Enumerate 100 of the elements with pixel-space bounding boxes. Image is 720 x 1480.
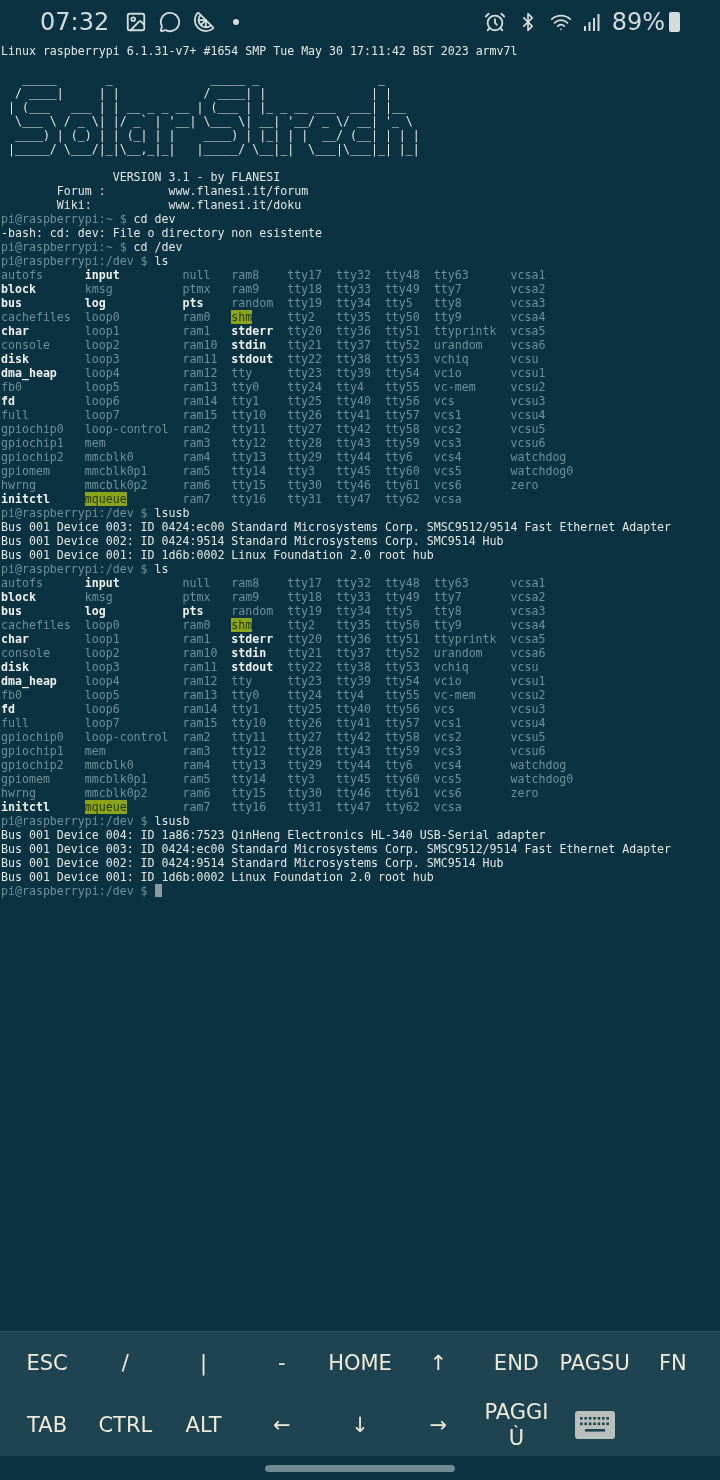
file-name: ram4 bbox=[182, 450, 211, 464]
file-name: dma_heap bbox=[1, 674, 57, 688]
command-line: pi@raspberrypi:/dev $ ls bbox=[1, 562, 169, 576]
file-name: zero bbox=[510, 786, 539, 800]
file-name: tty20 bbox=[287, 324, 323, 338]
keyboard-key[interactable]: → bbox=[429, 1412, 447, 1438]
file-name: ram9 bbox=[231, 590, 260, 604]
keyboard-key[interactable]: / bbox=[121, 1350, 129, 1376]
clock-time: 07:32 bbox=[40, 8, 110, 36]
file-name: vcsa bbox=[433, 492, 462, 506]
file-name: loop2 bbox=[84, 338, 120, 352]
file-name: mmcblk0p2 bbox=[84, 786, 148, 800]
file-name: vcsu6 bbox=[510, 436, 546, 450]
keyboard-key[interactable]: | bbox=[200, 1350, 208, 1376]
file-name: vcs1 bbox=[433, 408, 462, 422]
file-name: tty39 bbox=[336, 674, 371, 688]
file-name: null bbox=[182, 268, 211, 282]
file-name: urandom bbox=[433, 338, 483, 352]
file-name: tty52 bbox=[384, 338, 420, 352]
file-name: pts bbox=[182, 604, 204, 618]
file-name: random bbox=[231, 296, 274, 310]
file-name: tty60 bbox=[384, 772, 420, 786]
file-name: ram15 bbox=[182, 716, 218, 730]
file-name: tty45 bbox=[336, 772, 371, 786]
file-name: tty3 bbox=[287, 772, 316, 786]
keyboard-key[interactable]: - bbox=[277, 1350, 286, 1376]
file-name: loop7 bbox=[84, 408, 120, 422]
keyboard-key[interactable]: TAB bbox=[27, 1412, 68, 1438]
file-name: tty26 bbox=[287, 716, 323, 730]
file-name: ram1 bbox=[182, 632, 211, 646]
file-name: gpiochip2 bbox=[1, 450, 64, 464]
file-name: tty54 bbox=[384, 674, 420, 688]
file-name: ttyprintk bbox=[433, 632, 497, 646]
file-name: initctl bbox=[1, 800, 50, 814]
keyboard-key[interactable]: ↑ bbox=[429, 1350, 447, 1376]
keyboard-icon[interactable] bbox=[574, 1411, 615, 1439]
file-name: loop5 bbox=[84, 380, 120, 394]
file-name: tty16 bbox=[231, 800, 267, 814]
file-name: loop1 bbox=[84, 632, 120, 646]
file-name: input bbox=[84, 576, 120, 590]
file-name: watchdog0 bbox=[510, 464, 574, 478]
file-name: hwrng bbox=[1, 478, 36, 492]
file-name: tty22 bbox=[287, 352, 323, 366]
output-line: Bus 001 Device 002: ID 0424:9514 Standard Microsystems Corp. SMC9514 Hub bbox=[1, 856, 505, 870]
file-name: tty36 bbox=[336, 324, 371, 338]
file-name: vcsa bbox=[433, 800, 462, 814]
file-name: vcsa2 bbox=[510, 590, 546, 604]
file-name: tty38 bbox=[336, 352, 371, 366]
file-name: tty2 bbox=[287, 618, 316, 632]
file-name: vcsu1 bbox=[510, 674, 546, 688]
keyboard-key[interactable]: ← bbox=[272, 1412, 291, 1438]
file-name: disk bbox=[1, 660, 29, 674]
file-name: tty10 bbox=[231, 408, 267, 422]
keyboard-key[interactable]: PAGSU bbox=[559, 1350, 630, 1376]
keyboard-key[interactable]: PAGGIÙ bbox=[477, 1399, 556, 1451]
file-name: loop0 bbox=[84, 310, 120, 324]
alarm-clock-icon bbox=[483, 11, 506, 33]
file-name: tty53 bbox=[384, 660, 420, 674]
file-name: tty21 bbox=[287, 646, 323, 660]
file-name: zero bbox=[510, 478, 539, 492]
command-line: pi@raspberrypi:/dev $ ls bbox=[1, 254, 169, 268]
file-name: full bbox=[1, 716, 29, 730]
file-name: tty27 bbox=[287, 422, 323, 436]
keyboard-key[interactable]: HOME bbox=[328, 1350, 392, 1376]
file-name: loop-control bbox=[84, 422, 169, 436]
file-name: tty63 bbox=[433, 268, 469, 282]
file-name: tty50 bbox=[384, 310, 420, 324]
file-name: vcsa6 bbox=[510, 646, 546, 660]
output-line: Bus 001 Device 003: ID 0424:ec00 Standard Microsystems Corp. SMSC9512/9514 Fast Ethernet Adapter bbox=[1, 842, 673, 856]
keyboard-key[interactable]: ↓ bbox=[351, 1412, 369, 1438]
file-name: ram7 bbox=[182, 492, 211, 506]
command-line: pi@raspberrypi:~ $ cd dev bbox=[1, 212, 176, 226]
file-name: hwrng bbox=[1, 786, 36, 800]
keyboard-key[interactable]: END bbox=[493, 1350, 539, 1376]
file-name: tty1 bbox=[231, 702, 260, 716]
file-name: tty56 bbox=[384, 702, 420, 716]
keyboard-key[interactable]: ALT bbox=[185, 1412, 222, 1438]
file-name: tty0 bbox=[231, 688, 260, 702]
file-name: tty19 bbox=[287, 296, 323, 310]
file-name: mmcblk0 bbox=[84, 758, 134, 772]
file-name: ram5 bbox=[182, 772, 211, 786]
file-name: tty13 bbox=[231, 758, 267, 772]
file-name: tty51 bbox=[384, 632, 420, 646]
keyboard-key[interactable]: FN bbox=[658, 1350, 687, 1376]
file-name: ram8 bbox=[231, 576, 260, 590]
output-line: / ____| | | / ____| | | | bbox=[13, 86, 393, 100]
file-name: vcs bbox=[433, 702, 455, 716]
keyboard-key[interactable]: ESC bbox=[26, 1350, 68, 1376]
file-name: autofs bbox=[1, 268, 43, 282]
file-name: tty11 bbox=[231, 730, 267, 744]
file-name: tty28 bbox=[287, 744, 323, 758]
file-name: tty13 bbox=[231, 450, 267, 464]
file-name: tty bbox=[231, 366, 253, 380]
file-name: tty37 bbox=[336, 338, 371, 352]
home-gesture-bar[interactable] bbox=[265, 1464, 455, 1472]
file-name: ram13 bbox=[182, 380, 218, 394]
file-name: tty24 bbox=[287, 380, 323, 394]
file-name: tty50 bbox=[384, 618, 420, 632]
keyboard-key[interactable]: CTRL bbox=[98, 1412, 153, 1438]
battery-percent: 89% bbox=[611, 8, 665, 36]
